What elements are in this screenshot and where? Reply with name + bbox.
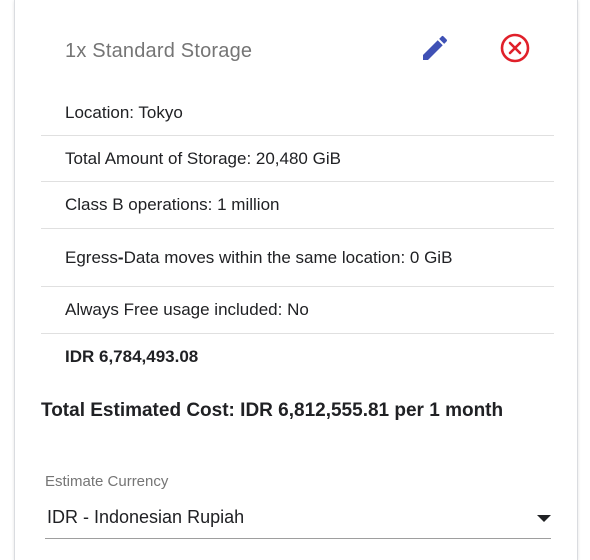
currency-selected-value: IDR - Indonesian Rupiah	[47, 507, 245, 527]
detail-location: Location: Tokyo	[41, 90, 554, 136]
item-header: 1x Standard Storage	[15, 0, 577, 90]
item-title: 1x Standard Storage	[65, 40, 253, 62]
detail-always-free: Always Free usage included: No	[41, 287, 554, 334]
detail-egress: Egress - Data moves within the same loca…	[41, 229, 554, 287]
edit-button[interactable]	[419, 32, 451, 64]
currency-label: Estimate Currency	[45, 473, 169, 490]
dropdown-arrow-icon	[537, 515, 551, 522]
egress-dash: -	[117, 247, 124, 267]
detail-storage-amount: Total Amount of Storage: 20,480 GiB	[41, 136, 554, 182]
item-details: Location: Tokyo Total Amount of Storage:…	[41, 90, 554, 380]
pencil-icon	[423, 35, 448, 60]
estimate-card: 1x Standard Storage Location: Tokyo Tota…	[14, 0, 578, 560]
item-cost: IDR 6,784,493.08	[65, 347, 199, 366]
delete-button[interactable]	[499, 32, 531, 64]
egress-prefix: Egress	[65, 247, 118, 267]
total-estimated-cost: Total Estimated Cost: IDR 6,812,555.81 p…	[41, 400, 504, 421]
circle-x-icon	[500, 33, 530, 63]
detail-class-b-operations: Class B operations: 1 million	[41, 182, 554, 229]
currency-select[interactable]: IDR - Indonesian Rupiah	[45, 500, 551, 539]
